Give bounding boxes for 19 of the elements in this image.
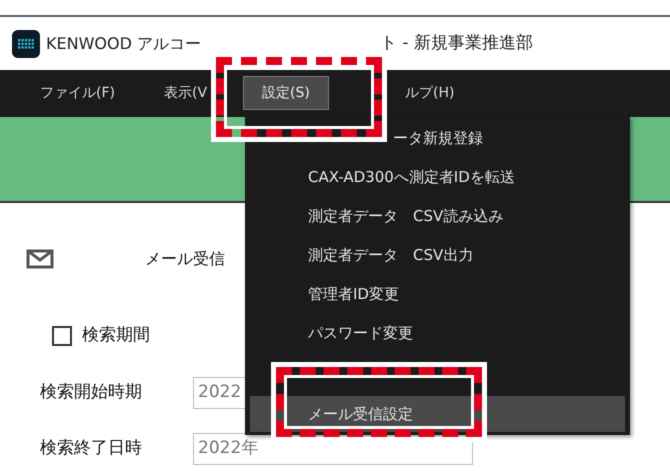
dropdown-item[interactable]: パスワード変更 (250, 315, 625, 351)
menu-item[interactable]: 表示(V (146, 76, 226, 110)
dropdown-item[interactable]: ータ新規登録 (250, 120, 625, 156)
mail-icon (26, 249, 54, 269)
mail-label: メール受信 (145, 248, 225, 270)
dropdown-item[interactable]: 測定者データ CSV出力 (250, 237, 625, 273)
window-title: ト - 新規事業推進部 (380, 32, 533, 55)
menu-item[interactable]: ルプ(H) (387, 76, 472, 110)
menu-item[interactable]: ファイル(F) (22, 76, 133, 110)
checkbox-label: 検索期間 (82, 324, 150, 347)
field-label: 検索開始時期 (40, 380, 143, 404)
dropdown-item[interactable]: 測定者データ CSV読み込み (250, 198, 625, 234)
dropdown-item[interactable]: 管理者ID変更 (250, 276, 625, 312)
field-label: 検索終了日時 (40, 436, 143, 460)
checkbox[interactable] (52, 326, 72, 346)
menu-item[interactable]: 設定(S) (243, 76, 329, 110)
window-title: KENWOOD アルコー (46, 32, 202, 54)
dropdown-item[interactable]: CAX-AD300へ測定者IDを転送 (250, 159, 625, 195)
app-logo-icon (12, 30, 40, 58)
